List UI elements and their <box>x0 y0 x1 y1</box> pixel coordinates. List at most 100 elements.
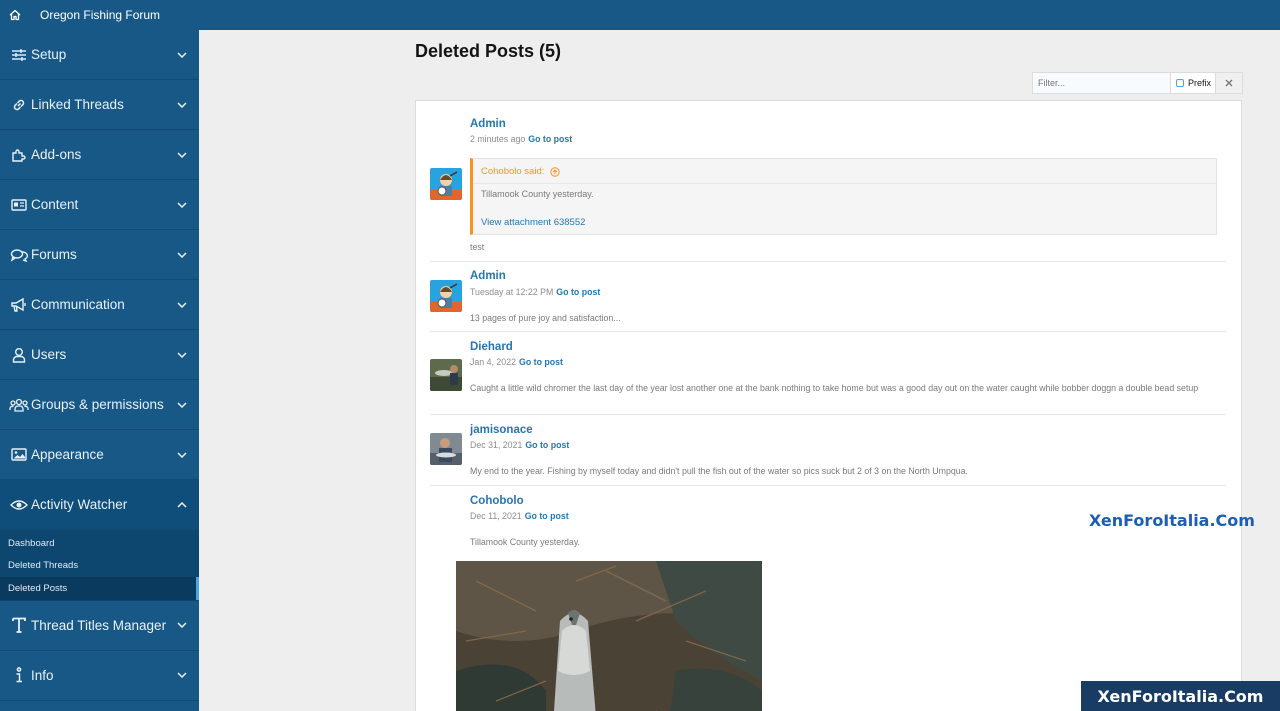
chevron-down-icon <box>175 618 189 632</box>
sidebar-item-label: Activity Watcher <box>31 497 128 512</box>
sidebar-item-thread-titles-manager[interactable]: Thread Titles Manager <box>0 601 199 651</box>
watermark-badge: XenForoItalia.Com <box>1081 681 1280 711</box>
chevron-down-icon <box>175 298 189 312</box>
sidebar-item-label: Thread Titles Manager <box>31 617 167 633</box>
go-to-post-link[interactable]: Go to post <box>525 440 569 450</box>
avatar[interactable] <box>430 433 462 465</box>
puzzle-icon <box>8 146 30 164</box>
users-icon <box>8 396 30 414</box>
post-image[interactable] <box>456 561 762 711</box>
info-icon <box>8 666 30 684</box>
quote-block: Cohobolo said: Tillamook County yesterda… <box>470 158 1217 235</box>
sidebar-item-linked-threads[interactable]: Linked Threads <box>0 80 199 130</box>
sidebar-sub-deleted-posts[interactable]: Deleted Posts <box>0 577 199 600</box>
forum-title[interactable]: Oregon Fishing Forum <box>40 8 160 22</box>
home-icon[interactable] <box>0 0 30 30</box>
chevron-down-icon <box>175 98 189 112</box>
newspaper-icon <box>8 196 30 214</box>
sidebar-sub-dashboard[interactable]: Dashboard <box>0 532 199 555</box>
chevron-down-icon <box>175 198 189 212</box>
post-text: 13 pages of pure joy and satisfaction... <box>470 313 621 323</box>
post-username[interactable]: Cohobolo <box>470 495 524 507</box>
post-meta: Jan 4, 2022 Go to post <box>470 357 563 367</box>
activity-watcher-submenu: Dashboard Deleted Threads Deleted Posts <box>0 530 199 601</box>
sidebar-item-label: Forums <box>31 247 77 262</box>
sidebar-item-label: Groups & permissions <box>31 397 164 412</box>
post-time: Jan 4, 2022 <box>470 357 516 367</box>
chevron-up-icon <box>175 498 189 512</box>
post-username[interactable]: Admin <box>470 270 506 282</box>
megaphone-icon <box>8 296 30 314</box>
image-icon <box>8 446 30 464</box>
quote-text: Tillamook County yesterday. <box>481 189 594 199</box>
sidebar-item-communication[interactable]: Communication <box>0 280 199 330</box>
chevron-down-icon <box>175 668 189 682</box>
user-icon <box>8 346 30 364</box>
close-icon <box>1225 79 1233 87</box>
list-item: Admin Tuesday at 12:22 PM Go to post 13 p… <box>430 262 1226 332</box>
post-username[interactable]: Diehard <box>470 341 513 353</box>
checkbox-box <box>1176 79 1184 87</box>
sidebar-item-content[interactable]: Content <box>0 180 199 230</box>
link-icon <box>8 96 30 114</box>
sidebar-item-label: Appearance <box>31 447 104 462</box>
page-title: Deleted Posts (5) <box>415 41 562 61</box>
sidebar-item-groups-permissions[interactable]: Groups & permissions <box>0 380 199 430</box>
comments-icon <box>8 246 30 264</box>
post-meta: 2 minutes ago Go to post <box>470 134 572 144</box>
go-to-post-link[interactable]: Go to post <box>556 287 600 297</box>
go-to-post-link[interactable]: Go to post <box>528 134 572 144</box>
sidebar-item-setup[interactable]: Setup <box>0 30 199 80</box>
post-meta: Tuesday at 12:22 PM Go to post <box>470 287 600 297</box>
sidebar-item-label: Communication <box>31 297 125 312</box>
post-username[interactable]: jamisonace <box>470 424 533 436</box>
post-text: Tillamook County yesterday. <box>470 537 581 547</box>
chevron-down-icon <box>175 48 189 62</box>
avatar[interactable] <box>430 168 462 200</box>
post-time: Dec 11, 2021 <box>470 511 522 521</box>
sidebar-item-activity-watcher[interactable]: Activity Watcher <box>0 480 199 530</box>
post-username[interactable]: Admin <box>470 118 506 130</box>
sidebar-item-label: Add-ons <box>31 147 82 162</box>
post-time: Dec 31, 2021 <box>470 440 523 450</box>
post-text: Caught a little wild chromer the last da… <box>470 383 1199 393</box>
sidebar-item-label: Content <box>31 197 79 212</box>
chevron-down-icon <box>175 248 189 262</box>
quote-header[interactable]: Cohobolo said: <box>481 166 561 177</box>
deleted-posts-list: Admin 2 minutes ago Go to post Cohobolo s… <box>415 100 1242 711</box>
sliders-icon <box>8 46 30 64</box>
sidebar-sub-deleted-threads[interactable]: Deleted Threads <box>0 555 199 578</box>
post-time: 2 minutes ago <box>470 134 526 144</box>
go-to-post-link[interactable]: Go to post <box>525 511 569 521</box>
sidebar-item-info[interactable]: Info <box>0 651 199 701</box>
eye-icon <box>8 496 30 514</box>
post-meta: Dec 11, 2021 Go to post <box>470 511 569 521</box>
top-bar: Oregon Fishing Forum <box>0 0 1280 30</box>
watermark-text: XenForoItalia.Com <box>1089 511 1255 530</box>
list-item: Diehard Jan 4, 2022 Go to post Caught a l… <box>430 332 1226 415</box>
filter-input[interactable] <box>1033 73 1171 93</box>
post-text: My end to the year. Fishing by myself to… <box>470 466 968 476</box>
arrow-up-circle-icon <box>550 166 561 177</box>
prefix-label: Prefix <box>1188 78 1212 88</box>
sidebar-item-forums[interactable]: Forums <box>0 230 199 280</box>
post-meta: Dec 31, 2021 Go to post <box>470 440 569 450</box>
sidebar-item-label: Users <box>31 347 67 362</box>
avatar[interactable] <box>430 280 462 312</box>
sidebar-item-add-ons[interactable]: Add-ons <box>0 130 199 180</box>
go-to-post-link[interactable]: Go to post <box>519 357 563 367</box>
post-text: test <box>470 242 485 252</box>
filter-bar: Prefix <box>1032 72 1243 94</box>
avatar[interactable] <box>430 359 462 391</box>
quote-divider <box>473 183 1216 184</box>
sidebar-item-appearance[interactable]: Appearance <box>0 430 199 480</box>
clear-filter-button[interactable] <box>1215 73 1242 93</box>
quote-author: Cohobolo said: <box>481 166 545 177</box>
chevron-down-icon <box>175 448 189 462</box>
prefix-checkbox[interactable]: Prefix <box>1171 73 1215 93</box>
text-t-icon <box>8 616 30 634</box>
sidebar-item-users[interactable]: Users <box>0 330 199 380</box>
sidebar-item-label: Setup <box>31 47 67 62</box>
view-attachment-link[interactable]: View attachment 638552 <box>481 217 585 228</box>
chevron-down-icon <box>175 398 189 412</box>
